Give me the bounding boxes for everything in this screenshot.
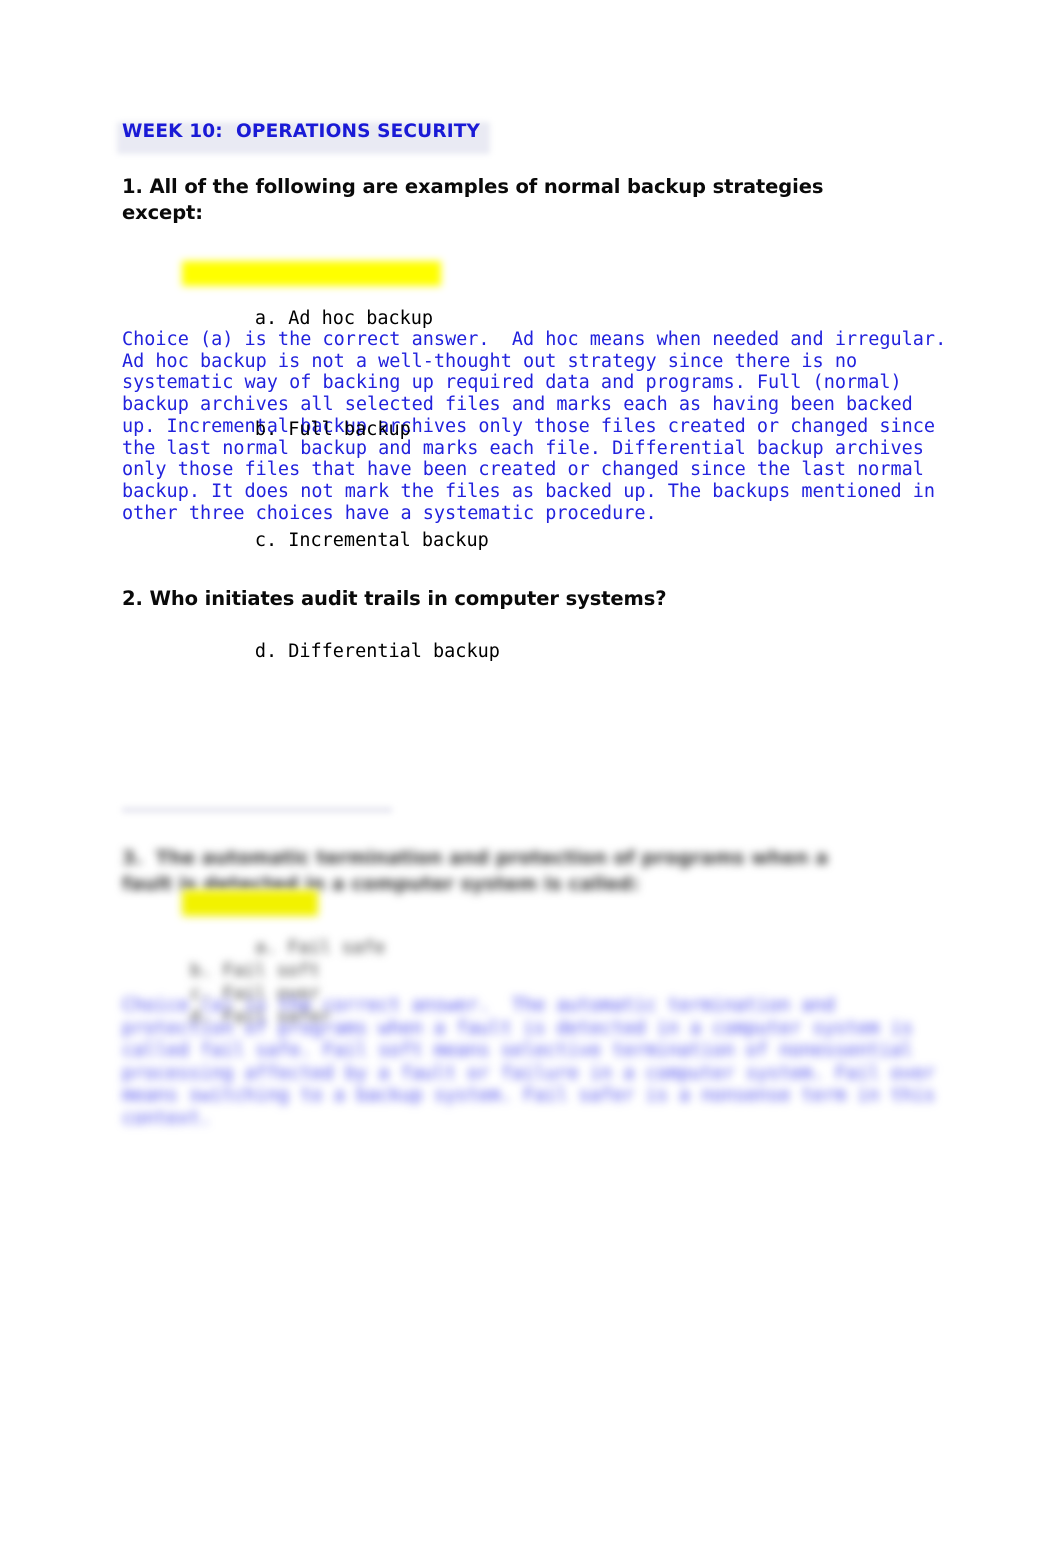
obscured-explanation: Choice (a) is the correct answer. The au…	[122, 995, 947, 1129]
obscured-question-prompt: 3. The automatic termination and protect…	[122, 847, 835, 895]
choice-d-label: d. Differential backup	[254, 640, 500, 662]
document-title-block: WEEK 10: OPERATIONS SECURITY	[117, 118, 490, 154]
choice-a-label: a. Ad hoc backup	[254, 307, 434, 329]
obscured-choice-highlight	[182, 890, 318, 916]
obscured-choices-text: a. Fail safe b. Fail soft c. Fail over d…	[190, 937, 386, 1027]
obscured-rule	[122, 808, 392, 812]
choice-c-label: c. Incremental backup	[254, 529, 489, 551]
obscured-choices: a. Fail safe b. Fail soft c. Fail over d…	[182, 890, 386, 1051]
page-title: WEEK 10: OPERATIONS SECURITY	[122, 121, 481, 142]
obscured-section: 3. The automatic termination and protect…	[0, 790, 1062, 1150]
choice-b-label: b. Full backup	[254, 418, 411, 440]
document-page: WEEK 10: OPERATIONS SECURITY 1. All of t…	[0, 0, 1062, 1556]
question-1-explanation: Choice (a) is the correct answer. Ad hoc…	[122, 329, 969, 524]
choice-a-highlight	[182, 261, 442, 287]
question-2-prompt: 2. Who initiates audit trails in compute…	[122, 587, 667, 610]
choice-d[interactable]: d. Differential backup	[188, 619, 500, 686]
